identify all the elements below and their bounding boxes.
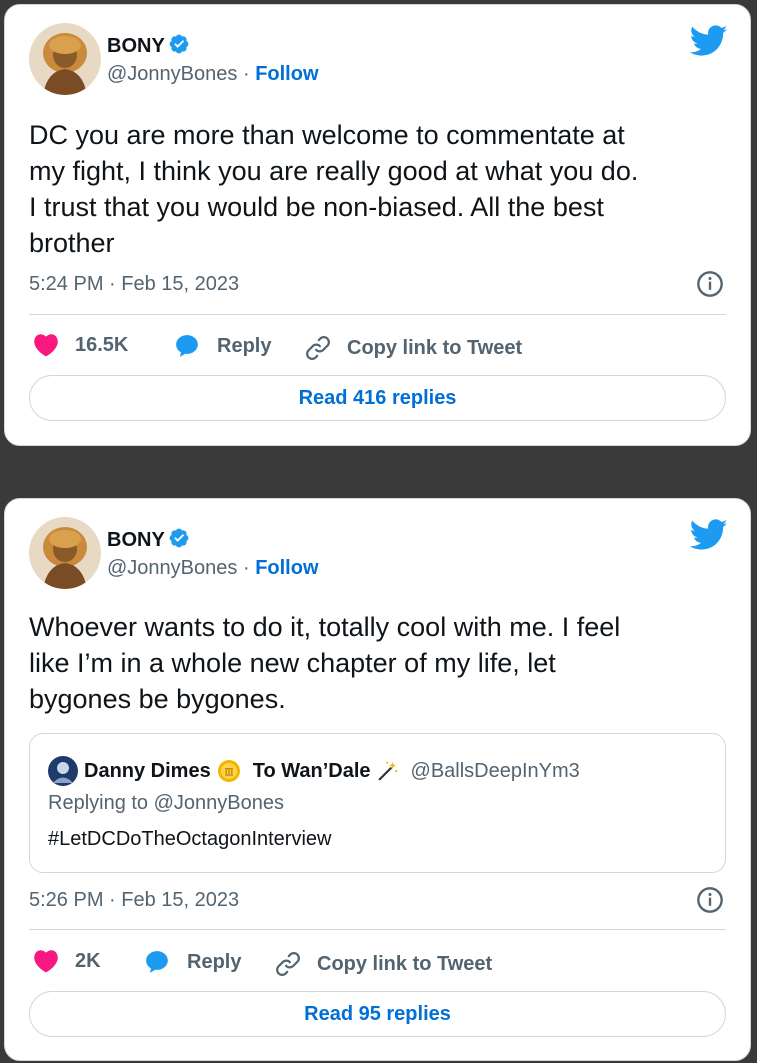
author-handle[interactable]: @JonnyBones <box>107 557 237 579</box>
tweet-text: DC you are more than welcome to commenta… <box>29 117 726 261</box>
separator: · <box>242 63 250 85</box>
follow-button[interactable]: Follow <box>255 557 318 579</box>
link-icon <box>276 952 300 976</box>
author-name-row[interactable]: BONY <box>107 33 190 58</box>
quoted-tweet[interactable]: Danny Dimes To Wan’Dale @BallsDeepInYm3 … <box>29 733 726 873</box>
copy-link-label: Copy link to Tweet <box>347 336 523 359</box>
author-name[interactable]: BONY <box>107 35 165 57</box>
read-replies-button[interactable]: Read 416 replies <box>29 375 726 421</box>
magic-wand-icon <box>378 761 397 781</box>
tweet-text-line: brother <box>29 228 115 258</box>
heart-icon <box>34 334 58 357</box>
separator: · <box>242 557 250 579</box>
author-handle-row: @JonnyBones · Follow <box>107 63 319 86</box>
tweet-text-line: Whoever wants to do it, totally cool wit… <box>29 612 621 642</box>
twitter-bird-icon[interactable] <box>690 25 728 57</box>
author-name-row[interactable]: BONY <box>107 527 190 552</box>
tweet-text-line: I trust that you would be non-biased. Al… <box>29 192 604 222</box>
author-handle-row: @JonnyBones · Follow <box>107 557 319 580</box>
tweet-card: BONY @JonnyBones · Follow Whoever wants … <box>4 498 751 1061</box>
copy-link-button[interactable]: Copy link to Tweet <box>303 333 522 363</box>
tweet-card: BONY @JonnyBones · Follow DC you are mor… <box>4 4 751 446</box>
follow-button[interactable]: Follow <box>255 63 318 85</box>
reply-bubble-icon <box>176 335 198 357</box>
quoted-text: #LetDCDoTheOctagonInterview <box>48 828 332 850</box>
quoted-author-row: Danny Dimes To Wan’Dale @BallsDeepInYm3 <box>48 756 580 786</box>
verified-badge-icon <box>169 528 189 548</box>
tweet-text: Whoever wants to do it, totally cool wit… <box>29 609 726 717</box>
tweet-text-line: my fight, I think you are really good at… <box>29 156 639 186</box>
link-icon <box>306 336 330 360</box>
reply-label: Reply <box>187 950 242 973</box>
like-count: 16.5K <box>75 333 129 356</box>
avatar[interactable] <box>29 23 101 95</box>
like-button[interactable]: 16.5K <box>33 333 128 357</box>
like-button[interactable]: 2K <box>33 949 101 973</box>
heart-icon <box>34 950 58 973</box>
reply-button[interactable]: Reply <box>143 949 241 975</box>
copy-link-button[interactable]: Copy link to Tweet <box>273 949 492 979</box>
avatar[interactable] <box>29 517 101 589</box>
quoted-author-name-suffix: To Wan’Dale <box>252 759 371 782</box>
twitter-bird-icon[interactable] <box>690 519 728 551</box>
quoted-author-name[interactable]: Danny Dimes <box>84 760 211 783</box>
tweet-timestamp[interactable]: 5:26 PM · Feb 15, 2023 <box>29 889 239 912</box>
quoted-avatar[interactable] <box>48 756 78 786</box>
reply-label: Reply <box>217 334 272 357</box>
tweet-text-line: like I’m in a whole new chapter of my li… <box>29 648 556 678</box>
like-count: 2K <box>75 949 101 972</box>
info-icon[interactable] <box>696 270 724 298</box>
reply-bubble-icon <box>146 951 168 973</box>
author-handle[interactable]: @JonnyBones <box>107 63 237 85</box>
reply-button[interactable]: Reply <box>173 333 271 359</box>
tweet-timestamp[interactable]: 5:24 PM · Feb 15, 2023 <box>29 273 239 296</box>
author-name[interactable]: BONY <box>107 529 165 551</box>
divider <box>29 314 726 315</box>
tweet-text-line: DC you are more than welcome to commenta… <box>29 120 625 150</box>
tweet-text-line: bygones be bygones. <box>29 684 286 714</box>
coin-emoji-icon <box>217 760 240 782</box>
info-icon[interactable] <box>696 886 724 914</box>
divider <box>29 929 726 930</box>
read-replies-button[interactable]: Read 95 replies <box>29 991 726 1037</box>
quoted-author-handle[interactable]: @BallsDeepInYm3 <box>411 760 580 783</box>
copy-link-label: Copy link to Tweet <box>317 952 493 975</box>
verified-badge-icon <box>169 34 189 54</box>
replying-to: Replying to @JonnyBones <box>48 792 284 814</box>
